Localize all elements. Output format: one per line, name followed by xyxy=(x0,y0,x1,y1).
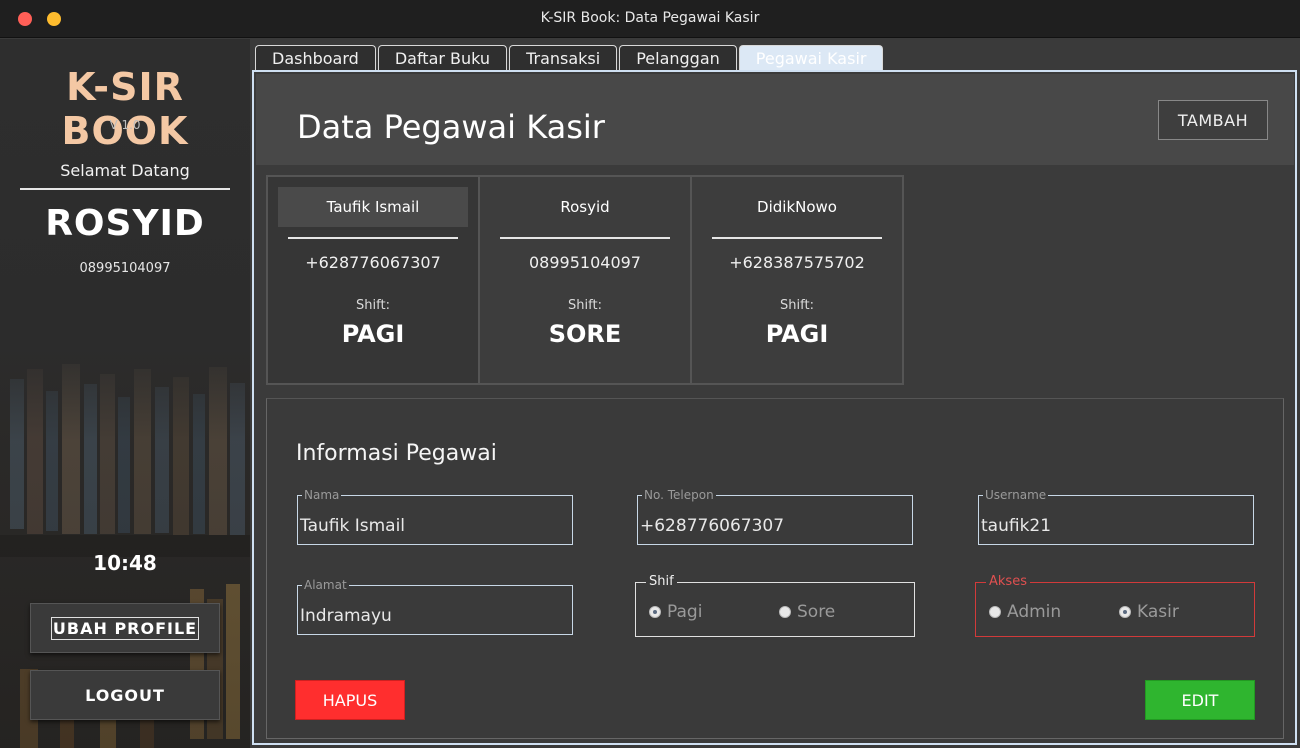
employee-card-shift: SORE xyxy=(548,320,622,348)
access-radio-kasir[interactable]: Kasir xyxy=(1119,602,1179,622)
sidebar: K-SIR BOOK V 1.0 Selamat Datang ROSYID 0… xyxy=(0,39,250,748)
radio-checked-icon xyxy=(1119,606,1131,618)
employee-info-section: Informasi Pegawai Nama Taufik Ismail No.… xyxy=(266,398,1284,739)
access-radio-admin[interactable]: Admin xyxy=(989,602,1061,622)
access-radio-group: Akses Admin Kasir xyxy=(975,574,1255,637)
employee-card-shift-label: Shift: xyxy=(356,298,390,313)
employee-card-phone: +628776067307 xyxy=(305,253,441,272)
shift-option-label: Sore xyxy=(797,602,836,622)
radio-unchecked-icon xyxy=(779,606,791,618)
window-title: K-SIR Book: Data Pegawai Kasir xyxy=(540,10,760,26)
phone-field[interactable]: No. Telepon +628776067307 xyxy=(637,488,913,545)
name-field[interactable]: Nama Taufik Ismail xyxy=(297,488,573,545)
access-option-label: Kasir xyxy=(1137,602,1179,622)
username-field[interactable]: Username taufik21 xyxy=(978,488,1254,545)
employee-card-shift: PAGI xyxy=(765,320,829,348)
current-user-phone: 08995104097 xyxy=(79,261,171,276)
employee-card-phone: +628387575702 xyxy=(729,253,865,272)
access-option-label: Admin xyxy=(1007,602,1062,622)
employee-card-shift-label: Shift: xyxy=(780,298,814,313)
employee-card-name: Taufik Ismail xyxy=(278,187,468,227)
app-version: V 1.0 xyxy=(109,118,141,132)
current-user-name: ROSYID xyxy=(45,203,205,244)
edit-profile-button[interactable]: UBAH PROFILE xyxy=(30,603,220,653)
phone-field-label: No. Telepon xyxy=(642,488,716,502)
name-field-value: Taufik Ismail xyxy=(300,516,406,536)
panel-header: Data Pegawai Kasir TAMBAH xyxy=(256,74,1294,165)
clock: 10:48 xyxy=(93,551,157,575)
name-field-label: Nama xyxy=(302,488,342,502)
employee-card-shift-label: Shift: xyxy=(568,298,602,313)
divider xyxy=(288,237,458,239)
phone-field-value: +628776067307 xyxy=(640,516,785,536)
logout-button[interactable]: LOGOUT xyxy=(30,670,220,720)
address-field-label: Alamat xyxy=(302,578,349,592)
app-brand-logo: K-SIR BOOK xyxy=(61,65,189,153)
employee-card[interactable]: Rosyid 08995104097 Shift: SORE xyxy=(479,176,691,384)
shift-radio-pagi[interactable]: Pagi xyxy=(649,602,702,622)
delete-button[interactable]: HAPUS xyxy=(295,680,405,720)
divider xyxy=(712,237,882,239)
section-title: Informasi Pegawai xyxy=(296,441,497,466)
tab-pegawai-kasir[interactable]: Pegawai Kasir xyxy=(738,45,884,71)
address-field-value: Indramayu xyxy=(300,606,392,626)
radio-unchecked-icon xyxy=(989,606,1001,618)
address-field[interactable]: Alamat Indramayu xyxy=(297,578,573,635)
shift-radio-sore[interactable]: Sore xyxy=(779,602,835,622)
access-group-label: Akses xyxy=(986,574,1030,589)
employee-card[interactable]: Taufik Ismail +628776067307 Shift: PAGI xyxy=(267,176,479,384)
shift-option-label: Pagi xyxy=(667,602,703,622)
welcome-text: Selamat Datang xyxy=(20,161,230,190)
radio-checked-icon xyxy=(649,606,661,618)
main-panel: Data Pegawai Kasir TAMBAH Taufik Ismail … xyxy=(252,70,1297,745)
employee-card-list: Taufik Ismail +628776067307 Shift: PAGI … xyxy=(266,175,904,385)
employee-card-name: Rosyid xyxy=(560,198,610,216)
title-bar: K-SIR Book: Data Pegawai Kasir xyxy=(0,0,1300,38)
username-field-value: taufik21 xyxy=(981,516,1052,536)
shift-group-label: Shif xyxy=(646,574,677,589)
edit-button[interactable]: EDIT xyxy=(1145,680,1255,720)
add-employee-button[interactable]: TAMBAH xyxy=(1158,100,1268,140)
employee-card-name: DidikNowo xyxy=(757,198,837,216)
username-field-label: Username xyxy=(983,488,1049,502)
logout-label: LOGOUT xyxy=(85,685,165,705)
shift-radio-group: Shif Pagi Sore xyxy=(635,574,915,637)
page-title: Data Pegawai Kasir xyxy=(297,108,605,146)
employee-card-phone: 08995104097 xyxy=(529,253,641,272)
divider xyxy=(500,237,670,239)
tab-pelanggan[interactable]: Pelanggan xyxy=(619,45,737,70)
edit-profile-label: UBAH PROFILE xyxy=(50,616,200,640)
app-window: K-SIR Book: Data Pegawai Kasir K-SIR BOO… xyxy=(0,0,1300,748)
employee-card-shift: PAGI xyxy=(341,320,405,348)
employee-card[interactable]: DidikNowo +628387575702 Shift: PAGI xyxy=(691,176,903,384)
tab-bar: Dashboard Daftar Buku Transaksi Pelangga… xyxy=(255,45,885,71)
tab-dashboard[interactable]: Dashboard xyxy=(255,45,376,70)
tab-daftar-buku[interactable]: Daftar Buku xyxy=(377,45,508,70)
tab-transaksi[interactable]: Transaksi xyxy=(509,45,618,70)
